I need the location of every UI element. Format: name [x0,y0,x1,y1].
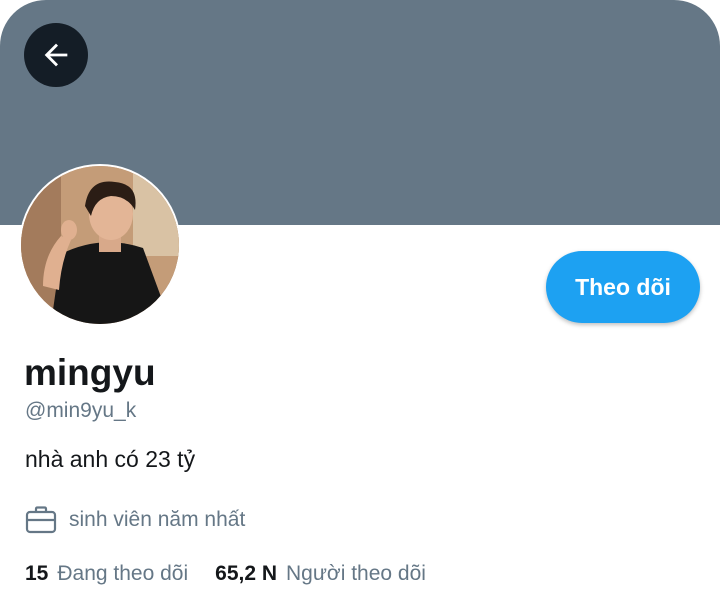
following-label: Đang theo dõi [57,562,189,585]
following-stat[interactable]: 15 Đang theo dõi [25,562,188,586]
back-button[interactable] [24,23,88,87]
avatar-photo [21,166,179,324]
followers-stat[interactable]: 65,2 N Người theo dõi [215,562,426,586]
following-count: 15 [25,562,49,585]
followers-label: Người theo dõi [286,562,426,585]
briefcase-icon [25,506,57,534]
profile-occupation: sinh viên năm nhất [25,505,245,535]
occupation-label: sinh viên năm nhất [69,508,246,531]
profile-bio: nhà anh có 23 tỷ [25,446,196,472]
profile-handle: @min9yu_k [25,399,137,422]
profile-stats: 15 Đang theo dõi 65,2 N Người theo dõi [25,562,426,586]
arrow-left-icon [44,43,68,67]
follow-button[interactable]: Theo dõi [546,251,700,323]
profile-name: mingyu [24,352,156,393]
avatar[interactable] [19,164,181,326]
followers-count: 65,2 N [215,562,278,585]
